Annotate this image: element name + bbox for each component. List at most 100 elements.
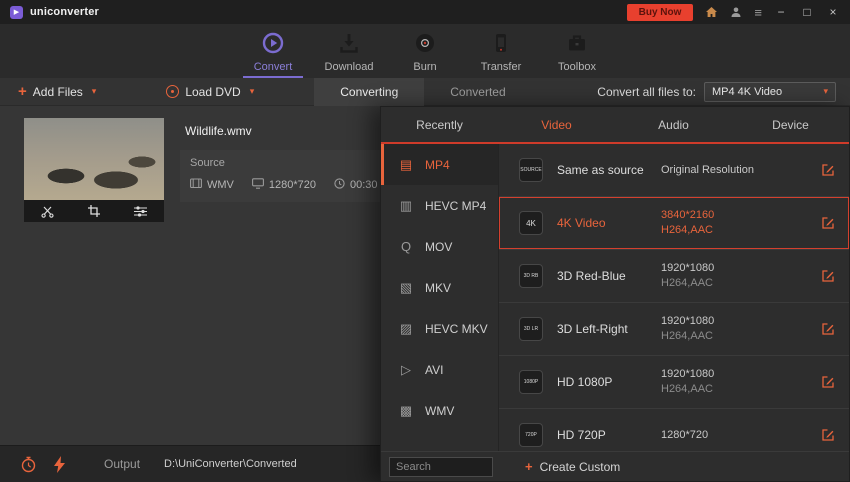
preset-list: SOURCE Same as source Original Resolutio… (499, 144, 849, 451)
preset-row-4k-video[interactable]: 4K 4K Video 3840*2160 H264,AAC (499, 197, 849, 250)
create-custom-label: Create Custom (539, 459, 621, 474)
3d-left-right-preset-icon: 3D LR (519, 317, 543, 341)
monitor-icon (251, 178, 264, 192)
format-label: MP4 (425, 157, 450, 172)
edit-preset-icon[interactable] (821, 375, 835, 389)
minimize-button[interactable]: − (774, 5, 788, 19)
preset-title: HD 720P (557, 428, 606, 442)
titlebar: ▶ uniconverter Buy Now ≡ − □ × (0, 0, 850, 24)
format-item-mov[interactable]: Q MOV (381, 226, 498, 267)
preset-title: 3D Left-Right (557, 322, 628, 336)
main-nav: Convert Download Burn Transfer Toolbox (0, 24, 850, 78)
preset-row-hd-1080p[interactable]: 1080P HD 1080P 1920*1080 H264,AAC (499, 356, 849, 409)
output-path[interactable]: D:\UniConverter\Converted (164, 458, 297, 470)
preset-row-same-as-source[interactable]: SOURCE Same as source Original Resolutio… (499, 144, 849, 197)
plus-icon: + (525, 459, 533, 474)
format-label: HEVC MKV (425, 321, 488, 336)
tab-converted[interactable]: Converted (424, 78, 531, 106)
panel-tab-video[interactable]: Video (498, 107, 615, 142)
load-dvd-button[interactable]: Load DVD ▾ (166, 85, 254, 99)
panel-tab-audio[interactable]: Audio (615, 107, 732, 142)
preset-row-3d-red-blue[interactable]: 3D RB 3D Red-Blue 1920*1080 H264,AAC (499, 250, 849, 303)
tab-convert[interactable]: Convert (243, 31, 303, 78)
preset-title: HD 1080P (557, 375, 613, 389)
create-custom-button[interactable]: + Create Custom (525, 460, 620, 474)
video-format-icon (190, 178, 202, 192)
preset-title: Same as source (557, 163, 644, 177)
file-duration: 00:30 (334, 178, 378, 192)
close-button[interactable]: × (826, 5, 840, 19)
tab-burn[interactable]: Burn (395, 31, 455, 78)
preset-codec: H264,AAC (661, 330, 713, 342)
clock-icon (334, 178, 345, 192)
effects-sliders-icon[interactable] (134, 205, 147, 217)
tab-download[interactable]: Download (319, 31, 379, 78)
nav-label: Toolbox (558, 61, 596, 73)
3d-red-blue-preset-icon: 3D RB (519, 264, 543, 288)
high-speed-icon[interactable] (53, 455, 66, 473)
panel-body: ▤ MP4 ▥ HEVC MP4 Q MOV ▧ MKV ▨ HEVC MKV … (381, 144, 849, 451)
nav-label: Download (324, 61, 374, 73)
tab-toolbox[interactable]: Toolbox (547, 31, 607, 78)
home-icon[interactable] (705, 6, 718, 18)
panel-tabs: Recently Video Audio Device (381, 107, 849, 144)
preset-resolution: 1920*1080 (661, 368, 715, 380)
toolbar: + Add Files ▾ Load DVD ▾ Converting Conv… (0, 77, 850, 106)
trim-icon[interactable] (41, 205, 54, 218)
format-label: WMV (425, 403, 455, 418)
preset-row-hd-720p[interactable]: 720P HD 720P 1280*720 (499, 409, 849, 451)
hevc-mp4-format-icon: ▥ (399, 197, 413, 213)
format-item-mp4[interactable]: ▤ MP4 (381, 144, 498, 185)
edit-preset-icon[interactable] (821, 322, 835, 336)
chevron-down-icon[interactable]: ▾ (250, 87, 255, 96)
add-files-button[interactable]: + Add Files ▾ (18, 84, 96, 99)
preset-row-3d-left-right[interactable]: 3D LR 3D Left-Right 1920*1080 H264,AAC (499, 303, 849, 356)
nav-label: Convert (253, 61, 293, 73)
output-format-dropdown[interactable]: MP4 4K Video ▾ (704, 81, 836, 102)
maximize-button[interactable]: □ (800, 5, 814, 19)
format-label: MKV (425, 280, 452, 295)
edit-preset-icon[interactable] (821, 428, 835, 442)
convert-all-group: Convert all files to: MP4 4K Video ▾ (597, 81, 836, 102)
schedule-timer-icon[interactable] (20, 456, 37, 473)
thumbnail-image[interactable] (24, 118, 164, 200)
account-icon[interactable] (730, 6, 742, 18)
format-list: ▤ MP4 ▥ HEVC MP4 Q MOV ▧ MKV ▨ HEVC MKV … (381, 144, 499, 451)
add-files-label: Add Files (32, 84, 83, 99)
panel-footer: + Create Custom (381, 451, 849, 481)
format-item-hevc-mp4[interactable]: ▥ HEVC MP4 (381, 185, 498, 226)
panel-tab-recently[interactable]: Recently (381, 107, 498, 142)
search-input[interactable] (389, 456, 493, 477)
format-item-mkv[interactable]: ▧ MKV (381, 267, 498, 308)
resolution-value: 1280*720 (268, 179, 316, 191)
format-panel: Recently Video Audio Device ▤ MP4 ▥ HEVC… (380, 106, 850, 482)
wmv-format-icon: ▩ (399, 402, 413, 418)
panel-tab-device[interactable]: Device (732, 107, 849, 142)
edit-preset-icon[interactable] (821, 269, 835, 283)
tab-transfer[interactable]: Transfer (471, 31, 531, 78)
buy-now-button[interactable]: Buy Now (626, 3, 694, 21)
format-label: HEVC MP4 (425, 198, 487, 213)
nav-label: Transfer (480, 61, 522, 73)
preset-resolution: Original Resolution (661, 163, 754, 176)
load-dvd-label: Load DVD (185, 84, 241, 99)
file-resolution: 1280*720 (251, 178, 316, 192)
convert-icon (261, 31, 285, 58)
crop-icon[interactable] (88, 205, 100, 217)
preset-title: 3D Red-Blue (557, 269, 626, 283)
menu-icon[interactable]: ≡ (754, 6, 762, 19)
tab-converting[interactable]: Converting (314, 77, 425, 106)
format-item-hevc-mkv[interactable]: ▨ HEVC MKV (381, 308, 498, 349)
edit-preset-icon[interactable] (821, 163, 835, 177)
1080p-preset-icon: 1080P (519, 370, 543, 394)
thumbnail-toolbar (24, 200, 164, 222)
format-item-avi[interactable]: ▷ AVI (381, 349, 498, 390)
edit-preset-icon[interactable] (821, 216, 835, 230)
app-logo-icon: ▶ (10, 5, 23, 19)
chevron-down-icon[interactable]: ▾ (92, 87, 97, 96)
duration-value: 00:30 (350, 179, 378, 191)
format-item-wmv[interactable]: ▩ WMV (381, 390, 498, 431)
video-thumbnail[interactable] (24, 118, 164, 222)
toolbox-icon (565, 31, 589, 58)
preset-resolution: 1920*1080 (661, 262, 715, 274)
